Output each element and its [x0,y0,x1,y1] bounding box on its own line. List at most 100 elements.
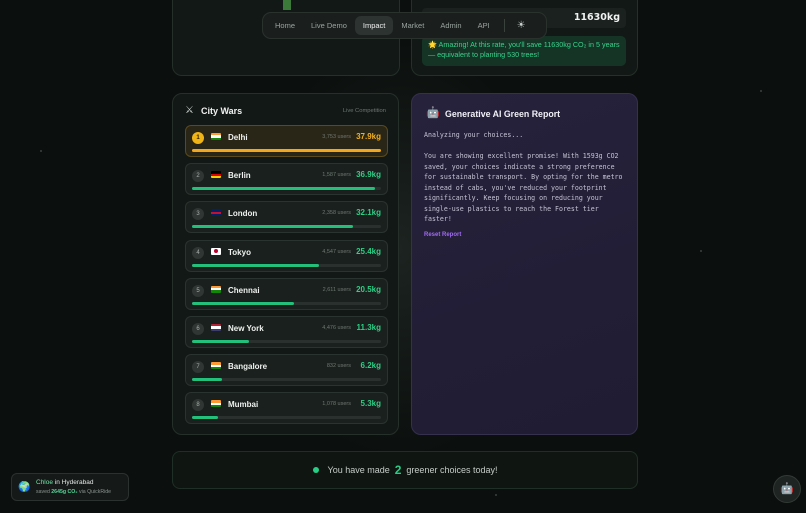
city-rank-badge: 5 [192,284,204,297]
choices-suffix: greener choices today! [406,465,498,475]
toast-via: via QuickRide [79,489,112,495]
city-progress-track [192,187,381,191]
city-rank-badge: 4 [192,246,204,259]
city-row[interactable]: 8 Mumbai 1,078 users 5.3kg [185,392,388,425]
city-row[interactable]: 3 London 2,358 users 32.1kg [185,201,388,234]
city-rank-badge: 7 [192,361,204,374]
city-name: Bangalore [228,362,268,372]
city-user-count: 2,611 users [322,286,351,293]
city-progress-track [192,340,381,343]
ai-report-body: Analyzing your choices... You are showin… [424,130,630,225]
city-row[interactable]: 6 New York 4,476 users 11.3kg [185,316,388,348]
city-rank-badge: 8 [192,399,204,412]
city-saved-amount: 36.9kg [356,170,381,180]
city-saved-amount: 20.5kg [356,284,381,294]
robot-icon: 🤖 [426,107,440,119]
city-name: Chennai [228,285,260,295]
city-wars-panel: ⚔ City Wars Live Competition 1 Delhi 3,753… [172,93,399,435]
greener-choices-banner: You have made 2 greener choices today! [172,451,638,489]
nav-admin[interactable]: Admin [432,16,469,35]
city-user-count: 1,078 users [322,401,351,408]
city-wars-header: ⚔ City Wars Live Competition [185,105,388,119]
city-saved-amount: 6.2kg [360,361,381,371]
city-wars-title: City Wars [201,106,243,116]
ai-report-text: You are showing excellent promise! With … [424,152,627,223]
nav-home[interactable]: Home [267,16,303,35]
city-rank-badge: 2 [192,170,204,183]
city-user-count: 3,753 users [322,134,351,140]
nav-api[interactable]: API [470,16,498,35]
city-user-count: 2,358 users [322,210,351,217]
toast-user-name: Chloe [36,479,53,486]
crossed-swords-icon: ⚔ [185,105,194,116]
ai-report-panel: 🤖 Generative AI Green Report Analyzing y… [411,93,638,435]
nav-live-demo[interactable]: Live Demo [303,16,355,35]
projection-message: 🌟 Amazing! At this rate, you'll save 116… [422,36,626,66]
flag-india-icon [211,400,221,408]
status-dot [312,467,319,473]
city-name: London [228,209,258,219]
city-progress-fill [192,340,249,343]
toast-line-2: saved 2645g CO₂ via QuickRide [36,489,111,495]
reset-report-link[interactable]: Reset Report [424,232,461,238]
city-rank-badge: 1 [192,132,204,144]
chat-assistant-button[interactable]: 🤖 [773,475,801,503]
city-row[interactable]: 4 Tokyo 4,547 users 25.4kg [185,239,388,272]
flag-usa-icon [211,324,221,331]
city-progress-track [192,378,381,382]
city-user-count: 1,587 users [322,172,351,179]
city-row[interactable]: 5 Chennai 2,611 users 20.5kg [185,277,388,310]
choices-prefix: You have made [327,465,390,475]
flag-india-icon [211,133,221,140]
sun-icon[interactable]: ☀ [511,20,532,31]
robot-icon: 🤖 [780,483,794,495]
toast-line-1: Chloe in Hyderabad [36,479,93,486]
city-row[interactable]: 7 Bangalore 832 users 6.2kg [185,354,388,387]
flag-germany-icon [211,171,221,179]
ai-report-title: Generative AI Green Report [445,109,561,119]
toast-city: Hyderabad [61,479,94,486]
city-progress-fill [192,263,319,267]
flag-india-icon [211,362,221,370]
ai-report-status: Analyzing your choices... [424,131,524,139]
activity-toast[interactable]: 🌍 Chloe in Hyderabad saved 2645g CO₂ via… [11,473,129,501]
city-progress-track [192,263,381,267]
city-progress-fill [192,416,219,420]
background-star [760,90,762,92]
city-progress-track [192,149,381,152]
flag-india-icon [211,285,221,293]
city-user-count: 832 users [326,363,351,370]
city-row[interactable]: 1 Delhi 3,753 users 37.9kg [185,125,388,157]
city-rank-badge: 3 [192,208,204,221]
live-competition-label: Live Competition [342,108,386,114]
background-star [495,494,497,496]
nav-divider [503,19,505,32]
city-name: Tokyo [228,247,251,257]
city-progress-fill [192,149,381,152]
city-user-count: 4,476 users [322,325,351,331]
city-saved-amount: 11.3kg [356,323,381,332]
globe-icon: 🌍 [18,482,31,493]
city-saved-amount: 32.1kg [356,208,381,218]
city-name: New York [228,324,264,333]
toast-amount: 2645g CO₂ [51,489,78,495]
city-progress-track [192,416,381,420]
city-name: Berlin [228,171,251,181]
city-row[interactable]: 2 Berlin 1,587 users 36.9kg [185,163,388,196]
city-progress-fill [192,301,295,305]
nav-market[interactable]: Market [393,16,432,35]
nav-impact[interactable]: Impact [354,16,394,35]
city-progress-fill [192,378,223,382]
city-name: Delhi [228,133,248,142]
city-saved-amount: 25.4kg [356,246,381,256]
city-progress-fill [192,187,376,191]
background-star [40,150,42,152]
city-progress-track [192,225,381,229]
background-star [700,250,702,252]
city-rank-badge: 6 [192,323,204,335]
flag-japan-icon [211,247,221,255]
city-saved-amount: 37.9kg [356,132,381,141]
choices-count: 2 [394,463,402,477]
top-navigation: Home Live Demo Impact Market Admin API ☀ [262,12,547,39]
city-user-count: 4,547 users [322,248,351,255]
